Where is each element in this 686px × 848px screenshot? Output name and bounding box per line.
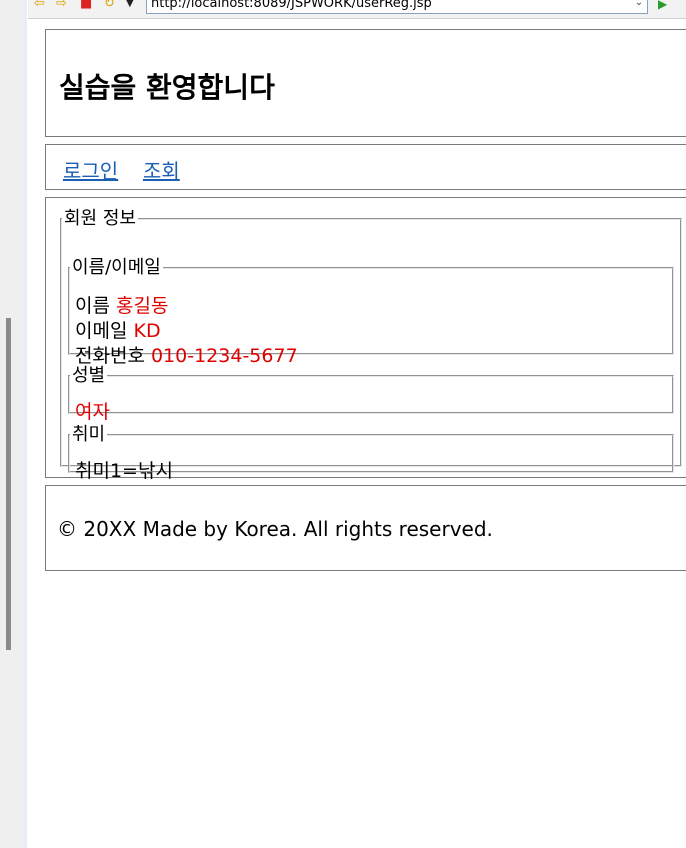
content-section: 회원 정보 이름/이메일 이름 홍길동 이메일 KD 전화번호 010-1234…	[45, 197, 686, 482]
email-row: 이메일 KD	[75, 320, 161, 342]
name-label: 이름	[75, 295, 110, 317]
hobby-legend: 취미	[72, 424, 106, 445]
footer-section: © 20XX Made by Korea. All rights reserve…	[45, 485, 686, 571]
name-email-fieldset: 이름/이메일 이름 홍길동 이메일 KD 전화번호 010-1234-5677	[68, 257, 674, 367]
dropdown-icon[interactable]: ▼	[126, 0, 134, 12]
stop-icon[interactable]: ■	[80, 0, 92, 12]
left-panel	[0, 0, 27, 848]
go-icon[interactable]: ▶	[658, 0, 667, 12]
name-value: 홍길동	[116, 295, 169, 317]
panel-divider	[24, 0, 27, 848]
phone-value: 010-1234-5677	[150, 345, 298, 367]
chevron-down-icon[interactable]: ⌄	[631, 0, 647, 13]
url-text: http://localhost:8089/JSPWORK/userReg.js…	[151, 0, 432, 11]
refresh-icon[interactable]: ↻	[104, 0, 115, 12]
left-scrollbar-thumb[interactable]	[6, 318, 11, 650]
gender-value: 여자	[75, 401, 110, 423]
email-value: KD	[133, 320, 161, 342]
url-input[interactable]: http://localhost:8089/JSPWORK/userReg.js…	[146, 0, 648, 14]
nav-link-login[interactable]: 로그인	[63, 155, 118, 184]
back-arrow-icon[interactable]: ⇦	[34, 0, 45, 12]
member-info-legend: 회원 정보	[64, 208, 136, 229]
name-email-legend: 이름/이메일	[72, 257, 161, 278]
header-section: 실습을 환영합니다	[45, 29, 686, 137]
nav-section: 로그인 조회	[45, 144, 686, 190]
nav-link-search[interactable]: 조회	[143, 155, 180, 184]
email-label: 이메일	[75, 320, 128, 342]
page-title: 실습을 환영합니다	[59, 71, 275, 104]
name-row: 이름 홍길동	[75, 295, 168, 317]
browser-toolbar: ⇦ ⇨ ■ ↻ ▼ http://localhost:8089/JSPWORK/…	[28, 0, 686, 19]
member-info-fieldset: 회원 정보 이름/이메일 이름 홍길동 이메일 KD 전화번호 010-1234…	[60, 208, 682, 482]
footer-copyright: © 20XX Made by Korea. All rights reserve…	[57, 517, 493, 541]
gender-row: 여자	[75, 401, 110, 423]
phone-row: 전화번호 010-1234-5677	[75, 345, 298, 367]
phone-label: 전화번호	[75, 345, 145, 367]
forward-arrow-icon[interactable]: ⇨	[56, 0, 67, 12]
gender-fieldset: 성별 여자	[68, 365, 674, 423]
hobby-text: 취미1=낚시	[75, 460, 173, 482]
gender-legend: 성별	[72, 365, 106, 386]
hobby-fieldset: 취미 취미1=낚시	[68, 424, 674, 482]
hobby-row: 취미1=낚시	[75, 460, 173, 482]
